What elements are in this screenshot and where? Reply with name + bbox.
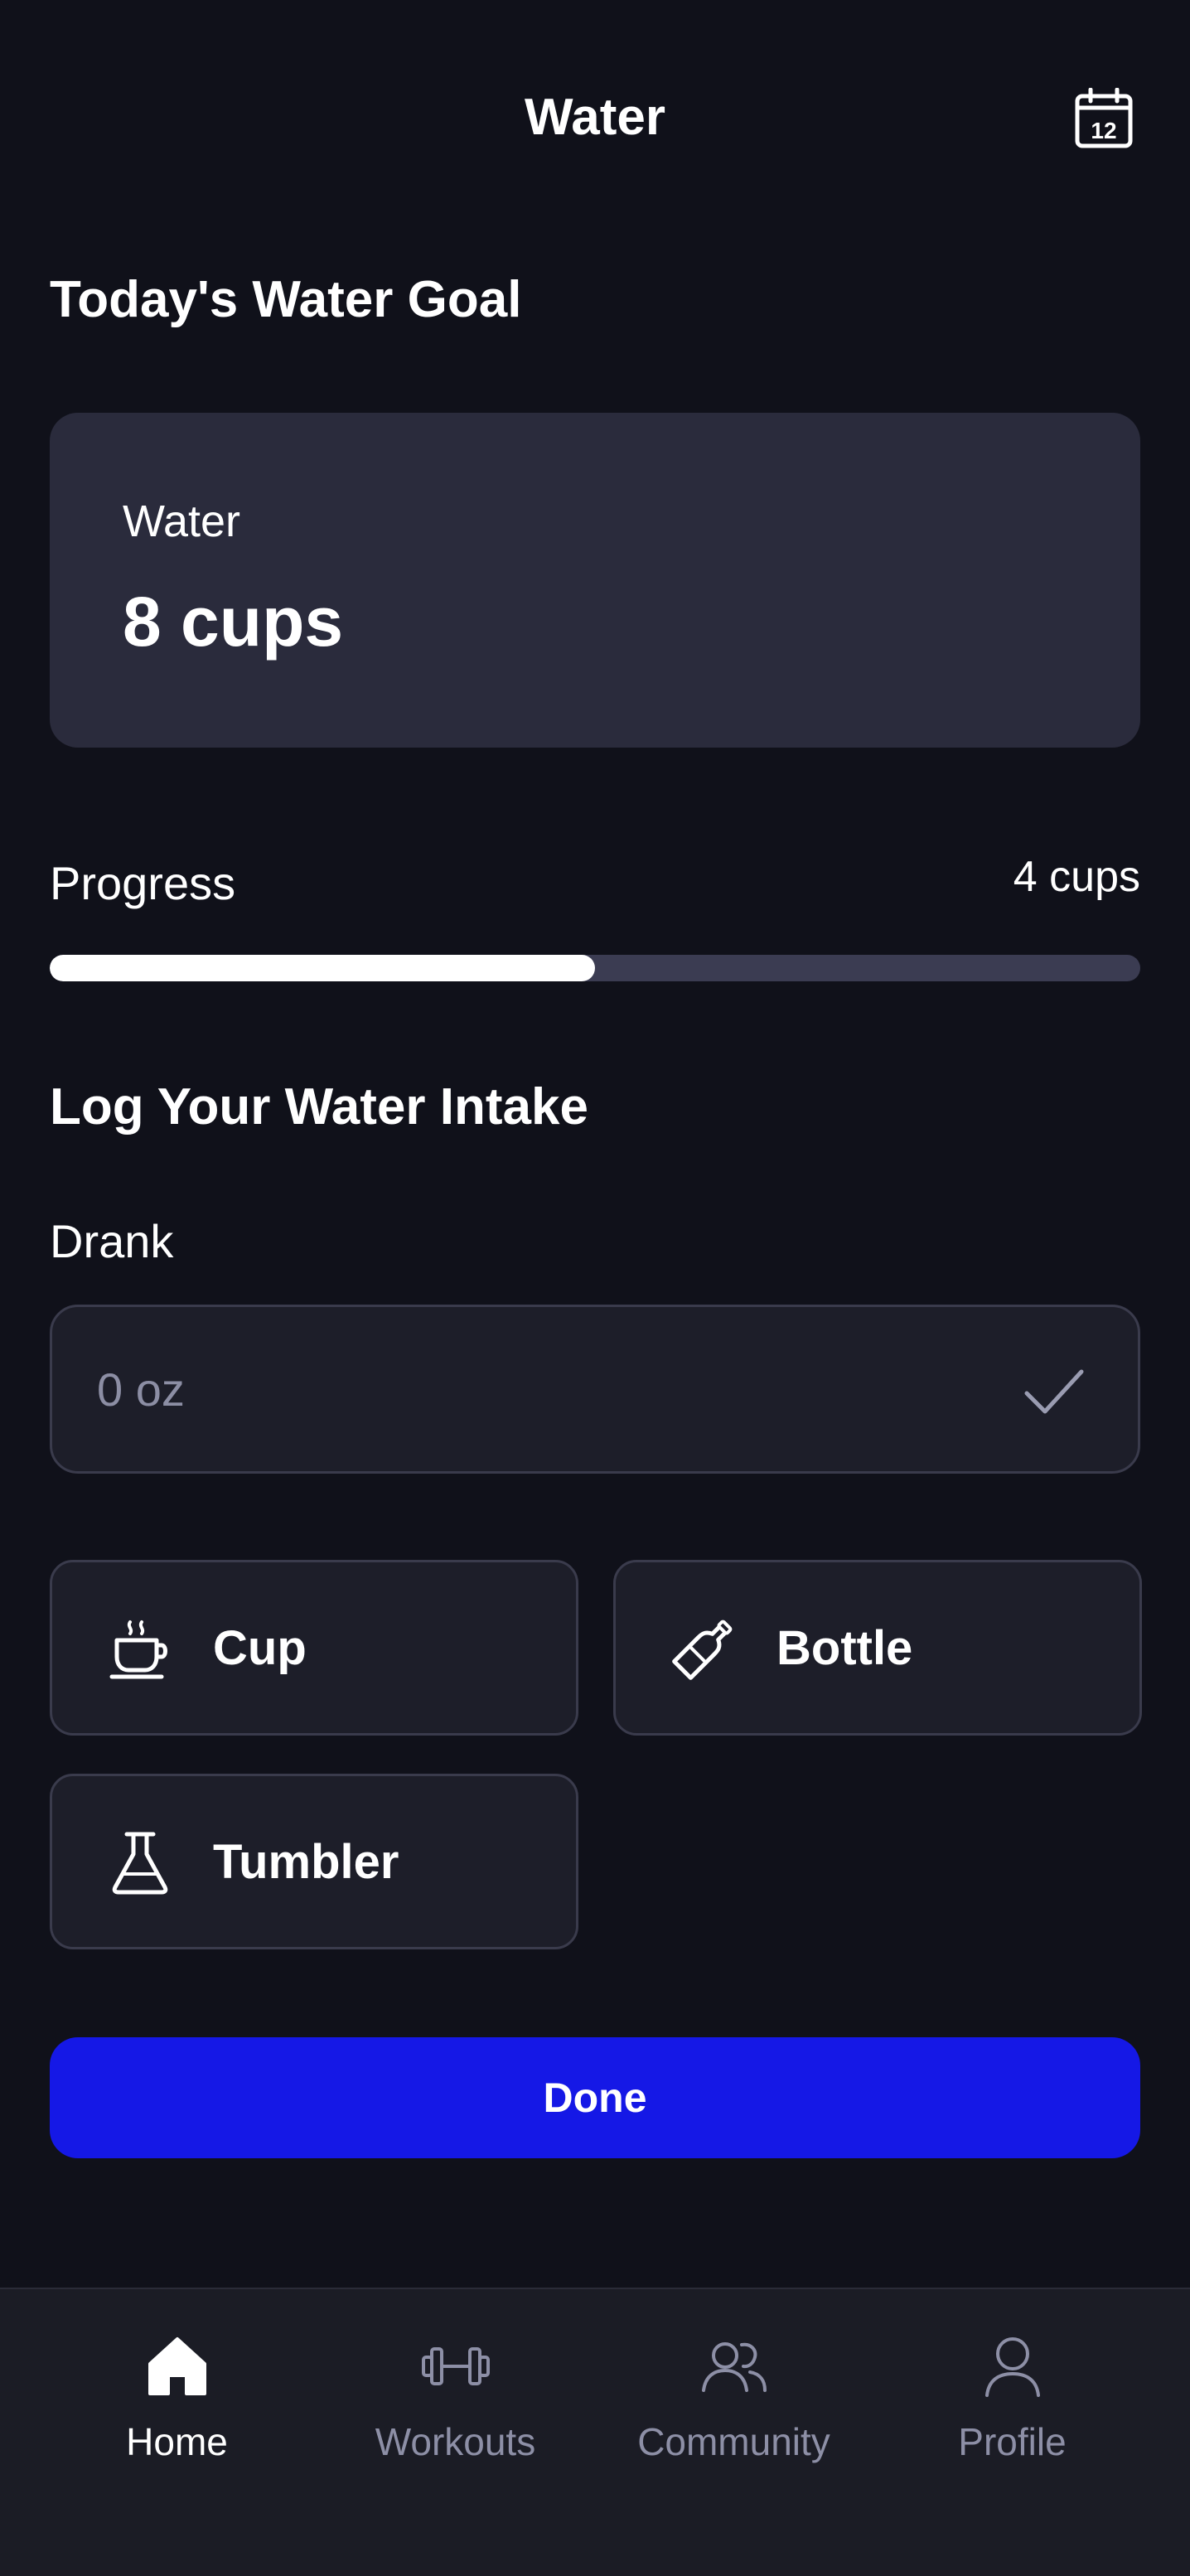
calendar-button[interactable]: 12: [1074, 87, 1134, 149]
tumbler-label: Tumbler: [213, 1834, 399, 1889]
drank-label: Drank: [50, 1215, 174, 1267]
calendar-icon: 12: [1075, 87, 1133, 148]
nav-item-home[interactable]: Home: [28, 2289, 326, 2472]
goal-card: Water 8 cups: [50, 413, 1140, 748]
nav-item-community[interactable]: Community: [585, 2289, 883, 2472]
nav-label-workouts: Workouts: [375, 2420, 536, 2463]
bottom-nav: Home Workouts Community Profile: [0, 2288, 1190, 2576]
progress-bar-fill: [50, 955, 595, 981]
cup-label: Cup: [213, 1620, 307, 1675]
nav-label-profile: Profile: [958, 2420, 1067, 2463]
done-button[interactable]: Done: [50, 2037, 1140, 2158]
progress-value: 4 cups: [1013, 853, 1140, 901]
check-icon: [1024, 1369, 1084, 1414]
progress-label: Progress: [50, 857, 236, 909]
cup-option[interactable]: Cup: [50, 1560, 578, 1736]
progress-bar: [50, 955, 1140, 981]
drank-input[interactable]: [97, 1307, 926, 1471]
nav-label-community: Community: [637, 2420, 830, 2463]
goal-value: 8 cups: [123, 583, 344, 661]
page-title: Water: [525, 89, 665, 146]
confirm-button[interactable]: [1020, 1358, 1086, 1425]
log-section-title: Log Your Water Intake: [50, 1078, 588, 1135]
dumbbell-icon: [421, 2347, 490, 2385]
bottle-option[interactable]: Bottle: [613, 1560, 1142, 1736]
goal-section-title: Today's Water Goal: [50, 271, 522, 328]
nav-label-home: Home: [126, 2420, 228, 2463]
bottle-label: Bottle: [776, 1620, 913, 1675]
nav-item-workouts[interactable]: Workouts: [307, 2289, 604, 2472]
profile-icon: [984, 2337, 1040, 2397]
goal-label: Water: [123, 496, 241, 546]
users-icon: [701, 2342, 767, 2392]
tumbler-option[interactable]: Tumbler: [50, 1774, 578, 1949]
flask-icon: [112, 1832, 168, 1895]
bottle-icon: [672, 1620, 733, 1680]
drank-field: [50, 1305, 1140, 1474]
calendar-day: 12: [1091, 118, 1116, 143]
home-icon: [148, 2337, 206, 2395]
nav-item-profile[interactable]: Profile: [863, 2289, 1161, 2472]
cup-icon: [109, 1620, 167, 1679]
